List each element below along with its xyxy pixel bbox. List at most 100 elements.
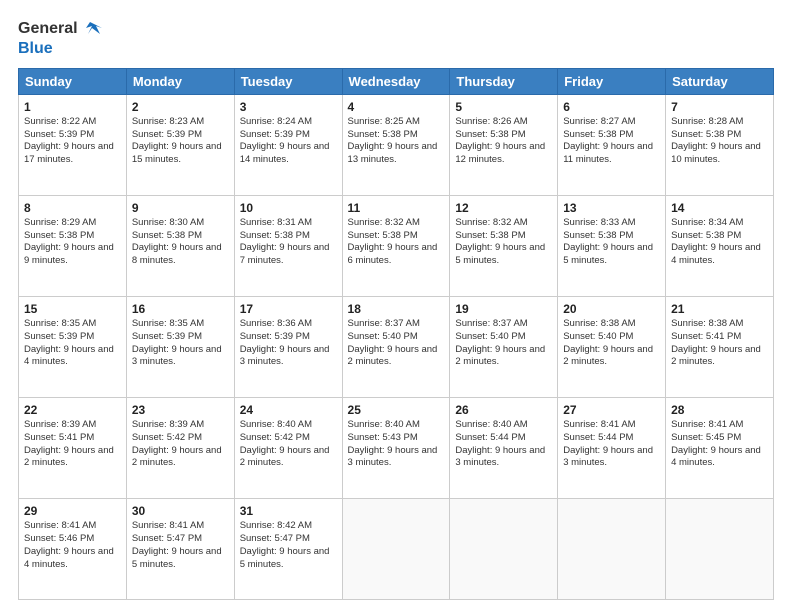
calendar-cell: 23 Sunrise: 8:39 AM Sunset: 5:42 PM Dayl… bbox=[126, 397, 234, 498]
day-number: 10 bbox=[240, 200, 337, 216]
day-number: 27 bbox=[563, 402, 660, 418]
sunset-label: Sunset: 5:38 PM bbox=[455, 129, 525, 140]
sunset-label: Sunset: 5:38 PM bbox=[132, 230, 202, 241]
day-number: 14 bbox=[671, 200, 768, 216]
header-tuesday: Tuesday bbox=[234, 68, 342, 94]
sunrise-label: Sunrise: 8:39 AM bbox=[24, 419, 96, 430]
sunrise-label: Sunrise: 8:34 AM bbox=[671, 217, 743, 228]
header-friday: Friday bbox=[558, 68, 666, 94]
daylight-label: Daylight: 9 hours and 4 minutes. bbox=[671, 242, 761, 266]
logo-general: General bbox=[18, 20, 78, 38]
sunrise-label: Sunrise: 8:40 AM bbox=[455, 419, 527, 430]
daylight-label: Daylight: 9 hours and 2 minutes. bbox=[348, 344, 438, 368]
sunrise-label: Sunrise: 8:40 AM bbox=[240, 419, 312, 430]
header-wednesday: Wednesday bbox=[342, 68, 450, 94]
sunrise-label: Sunrise: 8:24 AM bbox=[240, 116, 312, 127]
sunset-label: Sunset: 5:39 PM bbox=[240, 331, 310, 342]
sunset-label: Sunset: 5:42 PM bbox=[240, 432, 310, 443]
day-number: 3 bbox=[240, 99, 337, 115]
daylight-label: Daylight: 9 hours and 13 minutes. bbox=[348, 141, 438, 165]
day-number: 29 bbox=[24, 503, 121, 519]
sunset-label: Sunset: 5:38 PM bbox=[348, 129, 418, 140]
sunrise-label: Sunrise: 8:36 AM bbox=[240, 318, 312, 329]
day-number: 25 bbox=[348, 402, 445, 418]
header-monday: Monday bbox=[126, 68, 234, 94]
sunset-label: Sunset: 5:40 PM bbox=[348, 331, 418, 342]
calendar-cell: 30 Sunrise: 8:41 AM Sunset: 5:47 PM Dayl… bbox=[126, 498, 234, 599]
calendar-cell: 28 Sunrise: 8:41 AM Sunset: 5:45 PM Dayl… bbox=[666, 397, 774, 498]
day-number: 6 bbox=[563, 99, 660, 115]
calendar-table: SundayMondayTuesdayWednesdayThursdayFrid… bbox=[18, 68, 774, 600]
daylight-label: Daylight: 9 hours and 4 minutes. bbox=[671, 445, 761, 469]
sunrise-label: Sunrise: 8:25 AM bbox=[348, 116, 420, 127]
daylight-label: Daylight: 9 hours and 2 minutes. bbox=[24, 445, 114, 469]
calendar-cell: 29 Sunrise: 8:41 AM Sunset: 5:46 PM Dayl… bbox=[19, 498, 127, 599]
sunrise-label: Sunrise: 8:35 AM bbox=[24, 318, 96, 329]
calendar-cell: 21 Sunrise: 8:38 AM Sunset: 5:41 PM Dayl… bbox=[666, 296, 774, 397]
sunrise-label: Sunrise: 8:33 AM bbox=[563, 217, 635, 228]
daylight-label: Daylight: 9 hours and 3 minutes. bbox=[563, 445, 653, 469]
calendar-cell: 1 Sunrise: 8:22 AM Sunset: 5:39 PM Dayli… bbox=[19, 94, 127, 195]
daylight-label: Daylight: 9 hours and 4 minutes. bbox=[24, 546, 114, 570]
sunset-label: Sunset: 5:42 PM bbox=[132, 432, 202, 443]
sunset-label: Sunset: 5:44 PM bbox=[563, 432, 633, 443]
sunrise-label: Sunrise: 8:35 AM bbox=[132, 318, 204, 329]
daylight-label: Daylight: 9 hours and 4 minutes. bbox=[24, 344, 114, 368]
day-number: 28 bbox=[671, 402, 768, 418]
day-number: 16 bbox=[132, 301, 229, 317]
calendar-cell: 24 Sunrise: 8:40 AM Sunset: 5:42 PM Dayl… bbox=[234, 397, 342, 498]
day-number: 5 bbox=[455, 99, 552, 115]
sunset-label: Sunset: 5:38 PM bbox=[24, 230, 94, 241]
sunrise-label: Sunrise: 8:32 AM bbox=[348, 217, 420, 228]
day-number: 18 bbox=[348, 301, 445, 317]
sunrise-label: Sunrise: 8:27 AM bbox=[563, 116, 635, 127]
sunrise-label: Sunrise: 8:41 AM bbox=[563, 419, 635, 430]
sunrise-label: Sunrise: 8:26 AM bbox=[455, 116, 527, 127]
calendar-cell: 22 Sunrise: 8:39 AM Sunset: 5:41 PM Dayl… bbox=[19, 397, 127, 498]
daylight-label: Daylight: 9 hours and 17 minutes. bbox=[24, 141, 114, 165]
sunset-label: Sunset: 5:40 PM bbox=[455, 331, 525, 342]
calendar-cell: 3 Sunrise: 8:24 AM Sunset: 5:39 PM Dayli… bbox=[234, 94, 342, 195]
day-number: 15 bbox=[24, 301, 121, 317]
calendar-cell: 16 Sunrise: 8:35 AM Sunset: 5:39 PM Dayl… bbox=[126, 296, 234, 397]
calendar-cell: 7 Sunrise: 8:28 AM Sunset: 5:38 PM Dayli… bbox=[666, 94, 774, 195]
sunrise-label: Sunrise: 8:28 AM bbox=[671, 116, 743, 127]
daylight-label: Daylight: 9 hours and 9 minutes. bbox=[24, 242, 114, 266]
logo: General Blue bbox=[18, 18, 102, 58]
calendar-cell: 20 Sunrise: 8:38 AM Sunset: 5:40 PM Dayl… bbox=[558, 296, 666, 397]
sunset-label: Sunset: 5:45 PM bbox=[671, 432, 741, 443]
day-number: 7 bbox=[671, 99, 768, 115]
sunset-label: Sunset: 5:39 PM bbox=[24, 129, 94, 140]
sunset-label: Sunset: 5:40 PM bbox=[563, 331, 633, 342]
sunrise-label: Sunrise: 8:22 AM bbox=[24, 116, 96, 127]
day-number: 21 bbox=[671, 301, 768, 317]
sunset-label: Sunset: 5:41 PM bbox=[671, 331, 741, 342]
calendar-cell: 19 Sunrise: 8:37 AM Sunset: 5:40 PM Dayl… bbox=[450, 296, 558, 397]
calendar-cell bbox=[666, 498, 774, 599]
day-number: 19 bbox=[455, 301, 552, 317]
sunset-label: Sunset: 5:39 PM bbox=[132, 129, 202, 140]
day-number: 9 bbox=[132, 200, 229, 216]
day-number: 26 bbox=[455, 402, 552, 418]
sunset-label: Sunset: 5:39 PM bbox=[132, 331, 202, 342]
logo-bird-icon bbox=[80, 18, 102, 40]
sunset-label: Sunset: 5:39 PM bbox=[24, 331, 94, 342]
daylight-label: Daylight: 9 hours and 2 minutes. bbox=[240, 445, 330, 469]
sunset-label: Sunset: 5:47 PM bbox=[132, 533, 202, 544]
sunrise-label: Sunrise: 8:41 AM bbox=[671, 419, 743, 430]
calendar-cell: 12 Sunrise: 8:32 AM Sunset: 5:38 PM Dayl… bbox=[450, 195, 558, 296]
calendar-cell bbox=[342, 498, 450, 599]
sunrise-label: Sunrise: 8:39 AM bbox=[132, 419, 204, 430]
daylight-label: Daylight: 9 hours and 14 minutes. bbox=[240, 141, 330, 165]
day-number: 30 bbox=[132, 503, 229, 519]
calendar-cell: 17 Sunrise: 8:36 AM Sunset: 5:39 PM Dayl… bbox=[234, 296, 342, 397]
daylight-label: Daylight: 9 hours and 3 minutes. bbox=[240, 344, 330, 368]
sunset-label: Sunset: 5:38 PM bbox=[348, 230, 418, 241]
daylight-label: Daylight: 9 hours and 8 minutes. bbox=[132, 242, 222, 266]
daylight-label: Daylight: 9 hours and 5 minutes. bbox=[563, 242, 653, 266]
sunset-label: Sunset: 5:44 PM bbox=[455, 432, 525, 443]
day-number: 24 bbox=[240, 402, 337, 418]
day-number: 23 bbox=[132, 402, 229, 418]
calendar-cell: 14 Sunrise: 8:34 AM Sunset: 5:38 PM Dayl… bbox=[666, 195, 774, 296]
header-thursday: Thursday bbox=[450, 68, 558, 94]
